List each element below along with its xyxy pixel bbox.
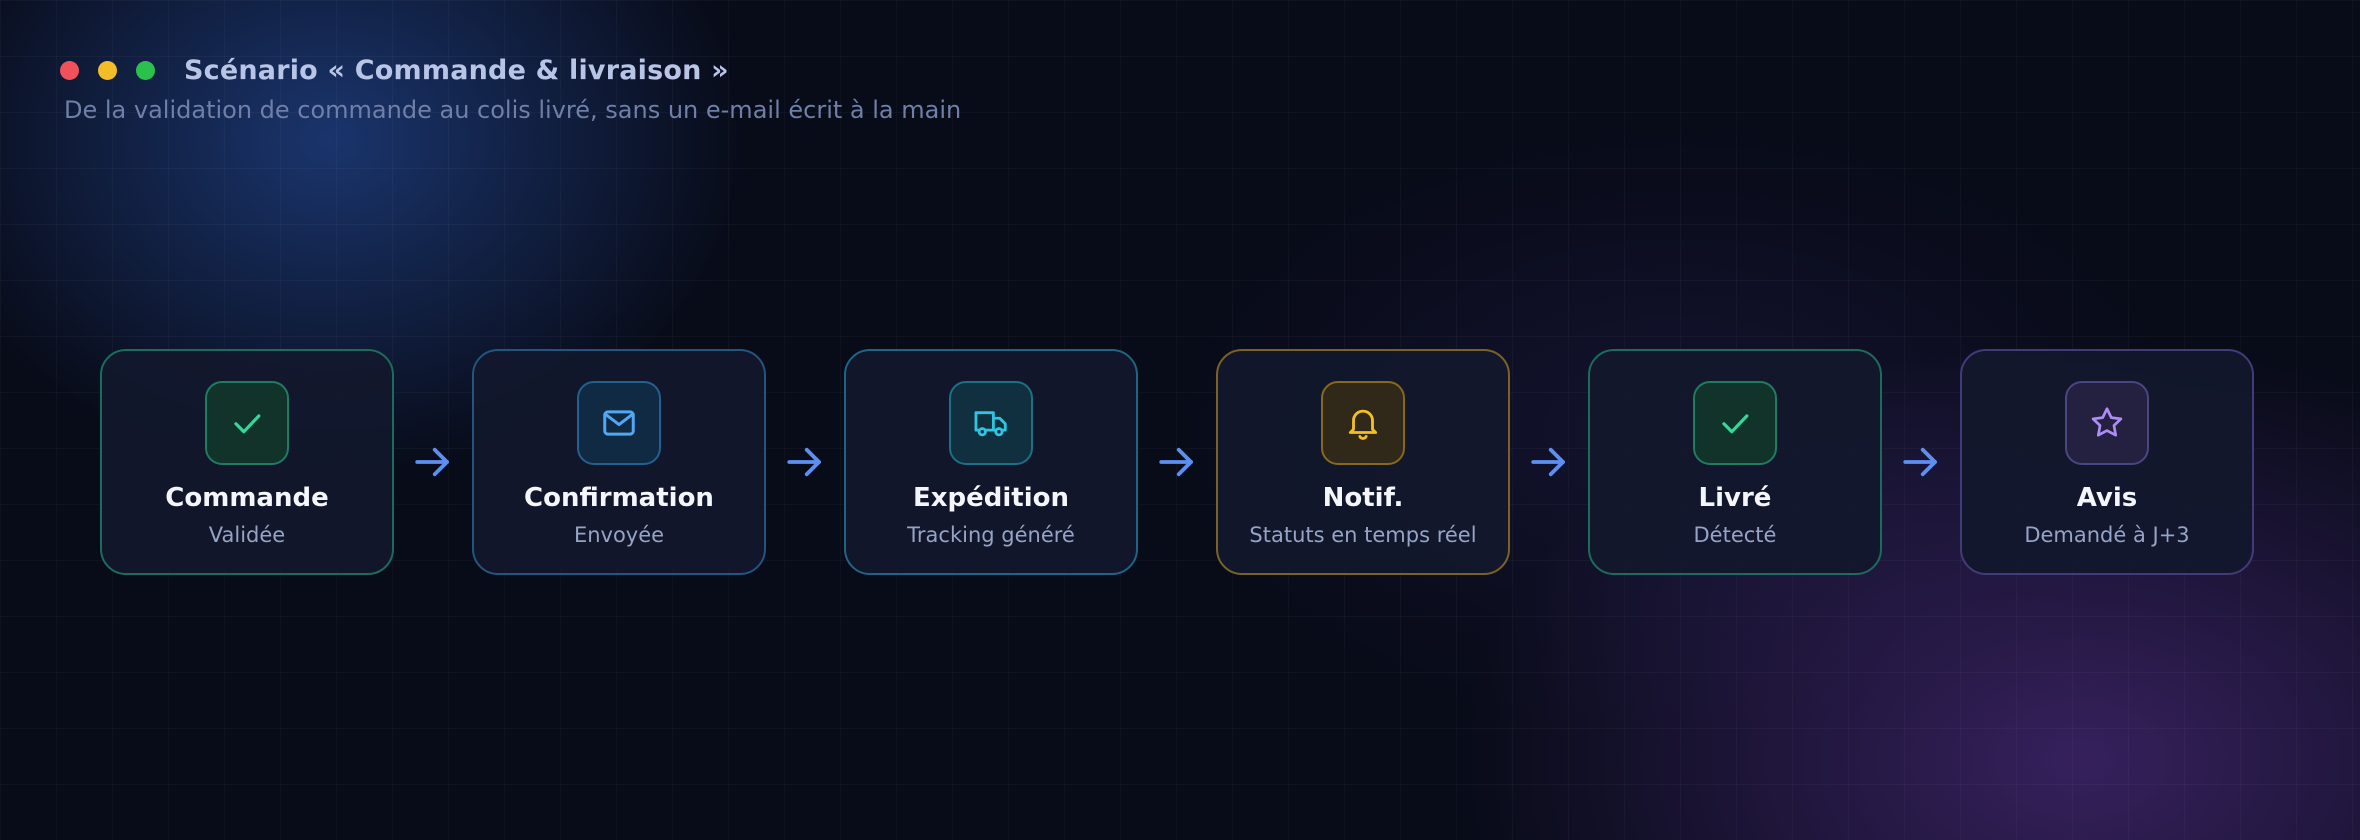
step-card-livre[interactable]: Livré Détecté	[1588, 349, 1882, 575]
check-icon	[1722, 414, 1749, 434]
truck-icon	[974, 411, 1007, 437]
workflow-steps: Commande Validée Confirmation Envoyée Ex…	[100, 349, 2254, 575]
step-card-confirmation[interactable]: Confirmation Envoyée	[472, 349, 766, 575]
step-card-expedition[interactable]: Expédition Tracking généré	[844, 349, 1138, 575]
step-subtitle: Détecté	[1693, 523, 1777, 547]
step-icon-box	[1693, 381, 1777, 465]
step-card-commande[interactable]: Commande Validée	[100, 349, 394, 575]
step-icon-box	[1321, 381, 1405, 465]
step-subtitle: Tracking généré	[907, 523, 1075, 547]
step-subtitle: Envoyée	[573, 523, 665, 547]
mail-icon	[603, 410, 635, 436]
step-icon-box	[949, 381, 1033, 465]
step-icon-box	[205, 381, 289, 465]
arrow-right-icon	[1138, 349, 1216, 575]
maximize-window-dot[interactable]	[136, 60, 155, 80]
arrow-right-icon	[766, 349, 844, 575]
star-icon	[2091, 407, 2123, 437]
scenario-title: Scénario « Commande & livraison »	[184, 54, 729, 86]
step-title: Confirmation	[524, 483, 714, 513]
scenario-subtitle: De la validation de commande au colis li…	[64, 96, 962, 124]
step-icon-box	[2065, 381, 2149, 465]
step-title: Avis	[2076, 483, 2138, 513]
step-card-avis[interactable]: Avis Demandé à J+3	[1960, 349, 2254, 575]
header: Scénario « Commande & livraison » De la …	[60, 50, 961, 124]
check-icon	[234, 414, 261, 434]
step-icon-box	[577, 381, 661, 465]
step-subtitle: Validée	[208, 523, 286, 547]
arrow-right-icon	[1510, 349, 1588, 575]
step-card-notif[interactable]: Notif. Statuts en temps réel	[1216, 349, 1510, 575]
step-title: Expédition	[912, 483, 1069, 513]
step-subtitle: Demandé à J+3	[2024, 523, 2190, 547]
bell-icon	[1348, 409, 1378, 440]
step-title: Livré	[1698, 483, 1772, 513]
step-title: Commande	[165, 483, 329, 513]
arrow-right-icon	[394, 349, 472, 575]
title-row: Scénario « Commande & livraison »	[60, 50, 961, 90]
minimize-window-dot[interactable]	[98, 60, 117, 80]
arrow-right-icon	[1882, 349, 1960, 575]
close-window-dot[interactable]	[60, 60, 79, 80]
step-title: Notif.	[1322, 483, 1404, 513]
step-subtitle: Statuts en temps réel	[1249, 523, 1477, 547]
